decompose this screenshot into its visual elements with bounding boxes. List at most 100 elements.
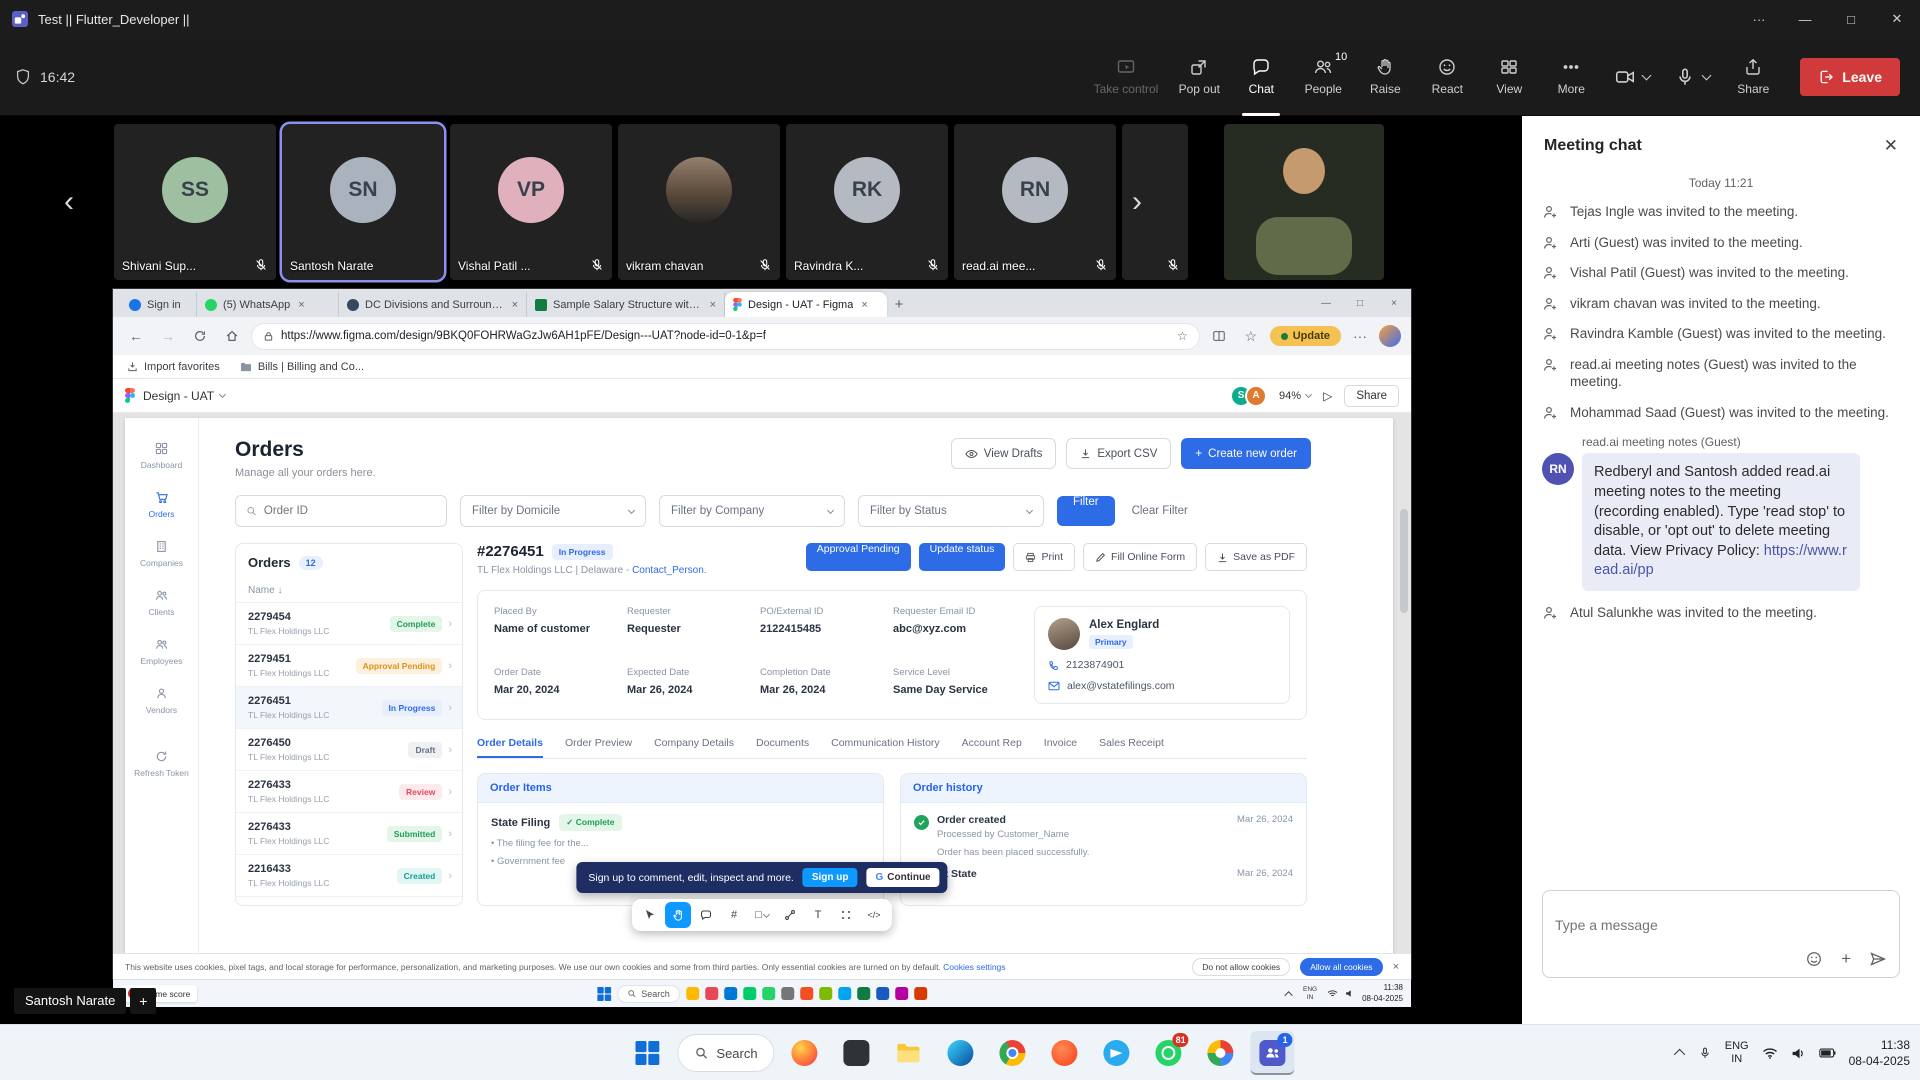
people-count-badge: 10	[1335, 51, 1347, 63]
participant-tile-santosh[interactable]: SN Santosh Narate	[282, 124, 444, 280]
chat-input[interactable]	[1555, 901, 1887, 949]
participant-tile-readai[interactable]: RN read.ai mee...	[954, 124, 1116, 280]
volume-icon[interactable]	[1791, 1047, 1806, 1060]
start-button[interactable]	[625, 1031, 669, 1075]
terminal-app-icon[interactable]	[835, 1031, 879, 1075]
tab-invoice: Invoice	[1044, 737, 1077, 758]
mic-off-icon	[758, 258, 772, 272]
participant-tile-shivani[interactable]: SS Shivani Sup...	[114, 124, 276, 280]
chat-message-list[interactable]: Today 11:21 Tejas Ingle was invited to t…	[1522, 164, 1920, 884]
update-status-button: Update status	[919, 543, 1006, 571]
pop-out-button[interactable]: Pop out	[1168, 38, 1230, 116]
strip-next-icon[interactable]: ›	[1124, 185, 1150, 219]
favorites-folder-bills: Bills | Billing and Co...	[240, 361, 364, 373]
participant-photo	[666, 157, 732, 223]
whatsapp-icon[interactable]: 81	[1147, 1031, 1191, 1075]
emoji-icon[interactable]	[1805, 950, 1823, 968]
language-indicator[interactable]: ENG IN	[1725, 1040, 1749, 1065]
chevron-right-icon: ›	[448, 870, 452, 882]
window-title: Test || Flutter_Developer ||	[38, 12, 190, 27]
status-badge: Approval Pending	[356, 658, 443, 674]
tray-expand-icon	[1284, 991, 1292, 999]
order-row: 2276433TL Flex Holdings LLC Submitted ›	[236, 813, 462, 855]
order-row: 2279454TL Flex Holdings LLC Complete ›	[236, 603, 462, 645]
pin-add-icon[interactable]: +	[130, 988, 156, 1014]
edge-icon[interactable]	[939, 1031, 983, 1075]
send-icon[interactable]	[1869, 950, 1887, 968]
share-button[interactable]: Share	[1722, 38, 1784, 116]
order-history-card: Order history	[900, 773, 1307, 906]
raise-hand-button[interactable]: Raise	[1354, 38, 1416, 116]
taskbar-search-box[interactable]: Search	[677, 1034, 774, 1072]
strip-prev-icon[interactable]: ‹	[56, 185, 82, 219]
chat-close-icon[interactable]: ✕	[1884, 136, 1898, 156]
mic-chevron-icon[interactable]	[1702, 70, 1712, 80]
more-button[interactable]: More	[1540, 38, 1602, 116]
share-icon	[1743, 57, 1763, 77]
camera-chevron-icon[interactable]	[1642, 70, 1652, 80]
figma-favicon	[733, 298, 742, 311]
chat-button[interactable]: Chat	[1230, 38, 1292, 116]
participant-tile-vishal[interactable]: VP Vishal Patil ...	[450, 124, 612, 280]
tab-close-icon: ×	[298, 299, 304, 311]
teams-taskbar-icon[interactable]: 1	[1251, 1031, 1295, 1075]
google-app-icon[interactable]	[1199, 1031, 1243, 1075]
person-add-icon	[1542, 296, 1558, 313]
figma-share-button: Share	[1344, 385, 1399, 407]
mic-off-icon	[590, 258, 604, 272]
react-button[interactable]: React	[1416, 38, 1478, 116]
figma-canvas: Dashboard Orders Companies	[113, 413, 1411, 979]
chevron-down-icon	[827, 506, 834, 513]
telegram-icon[interactable]	[1095, 1031, 1139, 1075]
window-maximize-button[interactable]: □	[1828, 0, 1874, 38]
avatar: SN	[330, 157, 396, 223]
browser-update-button: Update	[1270, 326, 1341, 346]
order-row: 2276433TL Flex Holdings LLC Review ›	[236, 771, 462, 813]
camera-control[interactable]	[1602, 66, 1662, 88]
chrome-icon[interactable]	[991, 1031, 1035, 1075]
status-badge: In Progress	[552, 544, 613, 560]
mic-control[interactable]	[1662, 66, 1722, 88]
view-button[interactable]: View	[1478, 38, 1540, 116]
back-icon: ←	[123, 323, 149, 349]
cookie-banner: This website uses cookies, pixel tags, a…	[113, 953, 1411, 979]
cookie-close-icon: ×	[1393, 961, 1399, 973]
participant-tile-ravindra[interactable]: RK Ravindra K...	[786, 124, 948, 280]
windows-start-icon	[597, 987, 611, 1001]
file-explorer-icon[interactable]	[887, 1031, 931, 1075]
orders-count-badge: 12	[299, 556, 323, 570]
wifi-icon[interactable]	[1762, 1047, 1778, 1059]
window-close-button[interactable]: ✕	[1874, 0, 1920, 38]
figma-collaborator-avatars: S A	[1230, 385, 1267, 407]
save-as-pdf-button: Save as PDF	[1205, 543, 1307, 571]
figma-logo-icon	[125, 388, 135, 403]
shared-app-icon	[743, 987, 756, 1000]
google-g-icon: G	[876, 872, 884, 883]
hand-tool-icon	[665, 902, 691, 928]
brave-icon[interactable]	[1043, 1031, 1087, 1075]
titlebar-more-icon[interactable]: ···	[1736, 0, 1782, 38]
refresh-icon	[187, 323, 213, 349]
firefox-icon[interactable]	[783, 1031, 827, 1075]
shared-screen[interactable]: Sign in (5) WhatsApp × DC Divisions and …	[113, 289, 1411, 1007]
battery-icon[interactable]	[1819, 1048, 1836, 1058]
chat-compose-box[interactable]: +	[1542, 890, 1900, 978]
tray-expand-icon[interactable]	[1674, 1049, 1685, 1060]
participant-tile-photo[interactable]	[1224, 124, 1384, 280]
browser-maximize-icon: □	[1343, 298, 1377, 309]
tray-mic-icon[interactable]	[1698, 1046, 1712, 1060]
tab-sales-receipt: Sales Receipt	[1099, 737, 1164, 758]
status-badge: Complete	[390, 616, 443, 632]
system-message: vikram chavan was invited to the meeting…	[1542, 295, 1900, 313]
person-add-icon	[1542, 326, 1558, 343]
update-dot-icon	[1281, 333, 1288, 340]
pop-out-icon	[1189, 57, 1209, 77]
people-button[interactable]: 10 People	[1292, 38, 1354, 116]
app-sidebar: Dashboard Orders Companies	[125, 418, 199, 979]
attach-plus-icon[interactable]: +	[1841, 949, 1851, 969]
leave-button[interactable]: Leave	[1800, 58, 1900, 96]
window-minimize-button[interactable]: —	[1782, 0, 1828, 38]
taskbar-clock[interactable]: 11:38 08-04-2025	[1849, 1037, 1910, 1069]
window-titlebar: Test || Flutter_Developer || ··· — □ ✕	[0, 0, 1920, 38]
participant-tile-vikram[interactable]: vikram chavan	[618, 124, 780, 280]
